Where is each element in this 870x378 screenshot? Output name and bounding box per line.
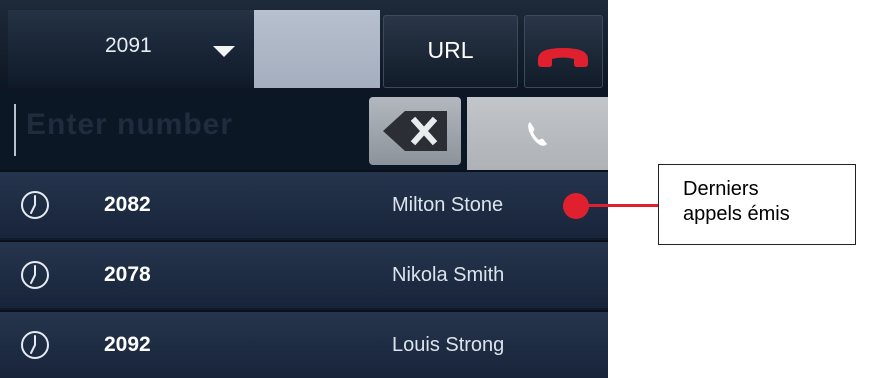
call-number: 2078 (104, 263, 151, 286)
clock-icon (21, 191, 49, 219)
clock-icon (21, 261, 49, 289)
list-item[interactable]: 2092 Louis Strong (0, 310, 608, 378)
phone-icon (528, 122, 547, 146)
line-number: 2091 (105, 34, 152, 57)
callout-text-line2: appels émis (683, 203, 790, 225)
callout-text-line1: Derniers (683, 178, 759, 200)
callout-leader-line (585, 204, 659, 207)
softkey-blank-area (254, 10, 380, 88)
text-cursor (14, 104, 16, 156)
contact-name: Louis Strong (392, 334, 505, 356)
url-button-label: URL (427, 37, 474, 63)
top-bar: 2091 URL (0, 0, 608, 92)
call-number: 2092 (104, 333, 151, 356)
call-button[interactable] (467, 97, 608, 170)
list-item[interactable]: 2082 Milton Stone (0, 170, 608, 238)
hangup-button[interactable] (524, 15, 603, 88)
phone-screen: 2091 URL Enter number 2082 Milton Stone … (0, 0, 608, 378)
number-input[interactable]: Enter number (26, 108, 233, 142)
hangup-phone-icon (538, 48, 588, 67)
call-number: 2082 (104, 193, 151, 216)
backspace-icon (383, 111, 447, 151)
callout-box: Derniers appels émis (658, 164, 856, 245)
line-selector[interactable]: 2091 (8, 10, 254, 88)
clock-icon (21, 331, 49, 359)
list-item[interactable]: 2078 Nikola Smith (0, 240, 608, 308)
contact-name: Milton Stone (392, 194, 504, 216)
chevron-down-icon (213, 46, 235, 57)
url-button[interactable]: URL (383, 15, 518, 88)
backspace-button[interactable] (369, 97, 461, 165)
contact-name: Nikola Smith (392, 264, 505, 286)
